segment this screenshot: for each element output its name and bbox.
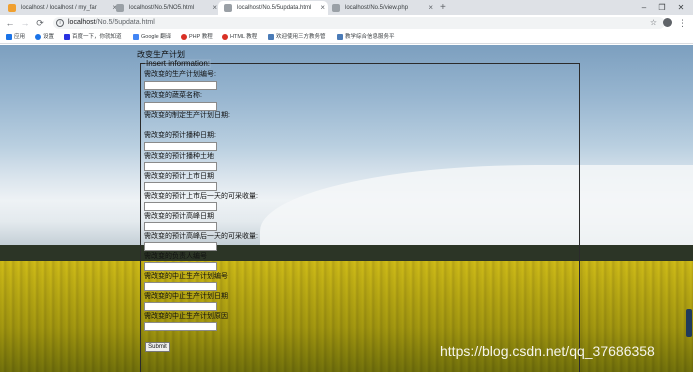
- forward-icon[interactable]: →: [20, 16, 30, 30]
- bookmark-label: 应用: [14, 34, 26, 40]
- market-date-input[interactable]: [144, 182, 217, 191]
- bookmark-star-icon[interactable]: ☆: [650, 17, 657, 29]
- page-icon: [332, 4, 340, 12]
- stop-reason-input[interactable]: [144, 322, 217, 331]
- bookmark-label: HTML 教程: [230, 34, 258, 40]
- bookmark-label: 欢迎使用三方教务管: [276, 34, 326, 40]
- profile-avatar-icon[interactable]: [663, 18, 672, 27]
- bookmark-label: 教学综合信息服务平: [345, 34, 395, 40]
- tab-no5[interactable]: localhost/No.5/NO5.html ×: [110, 1, 220, 15]
- peak-harvest-input[interactable]: [144, 242, 217, 251]
- market-harvest-input[interactable]: [144, 202, 217, 211]
- maximize-button[interactable]: ❐: [655, 0, 669, 15]
- back-icon[interactable]: ←: [5, 16, 15, 30]
- minimize-button[interactable]: –: [637, 0, 651, 15]
- runoob-icon: [181, 34, 187, 40]
- url-host: localhost: [68, 19, 96, 26]
- stop-plan-date-input[interactable]: [144, 302, 217, 311]
- bookmark-label: PHP 教程: [189, 34, 213, 40]
- phpmyadmin-icon: [8, 4, 16, 12]
- field-label-sow-date: 需改变的预计播种日期:: [144, 132, 216, 139]
- field-label-vegetable-name: 需改变的蔬菜名称:: [144, 92, 202, 99]
- new-tab-button[interactable]: +: [440, 1, 446, 14]
- tab-5updata[interactable]: localhost/No.5/5updata.html ×: [218, 1, 328, 15]
- info-icon[interactable]: i: [56, 19, 64, 27]
- field-label-sow-land: 需改变的预计播种土地: [144, 153, 214, 160]
- tab-phpmyadmin[interactable]: localhost / localhost / my_far ×: [2, 1, 120, 15]
- field-label-market-date: 需改变的预计上市日期: [144, 173, 214, 180]
- bookmark-label: Google 翻译: [141, 34, 172, 40]
- google-translate-icon: [133, 34, 139, 40]
- field-label-market-harvest: 需改变的预计上市后一天的可采收量:: [144, 193, 258, 200]
- bookmark-settings[interactable]: 设置: [35, 31, 54, 44]
- sow-date-input[interactable]: [144, 142, 217, 151]
- field-label-plan-id: 需改变的生产计划编号:: [144, 71, 216, 78]
- tab-title: localhost/No.5/NO5.html: [129, 5, 195, 11]
- field-label-stop-reason: 需改变的中止生产计划原因: [144, 313, 228, 320]
- submit-button[interactable]: Submit: [145, 342, 170, 352]
- url-text: localhost/No.5/5updata.html: [68, 17, 155, 29]
- field-label-manager-id: 需改变的负责人编号: [144, 253, 207, 260]
- address-bar[interactable]: i localhost/No.5/5updata.html ☆: [53, 17, 665, 29]
- bookmark-apps[interactable]: 应用: [6, 31, 25, 44]
- scrollbar-thumb[interactable]: [686, 309, 692, 337]
- close-icon[interactable]: ×: [320, 1, 325, 15]
- bookmark-label: 百度一下，你就知道: [72, 34, 122, 40]
- tab-title: localhost/No.5/view.php: [345, 5, 409, 11]
- reload-icon[interactable]: ⟳: [35, 16, 45, 30]
- school-icon: [337, 34, 343, 40]
- bookmark-baidu[interactable]: 百度一下，你就知道: [64, 31, 122, 44]
- field-label-plan-date: 需改变的制定生产计划日期:: [144, 112, 230, 119]
- tab-view-php[interactable]: localhost/No.5/view.php ×: [326, 1, 436, 15]
- bookmarks-bar: 应用 设置 百度一下，你就知道 Google 翻译 PHP 教程 HTML 教程…: [0, 31, 693, 44]
- tab-title: localhost / localhost / my_far: [21, 5, 97, 11]
- url-path: /No.5/5updata.html: [95, 19, 155, 26]
- bookmark-php[interactable]: PHP 教程: [181, 31, 213, 44]
- tab-strip: localhost / localhost / my_far × localho…: [0, 0, 693, 15]
- stop-plan-id-input[interactable]: [144, 282, 217, 291]
- bookmark-label: 设置: [43, 34, 55, 40]
- page-icon: [116, 4, 124, 12]
- runoob-icon: [222, 34, 228, 40]
- field-label-stop-plan-date: 需改变的中止生产计划日期: [144, 293, 228, 300]
- bookmark-html[interactable]: HTML 教程: [222, 31, 257, 44]
- plan-id-input[interactable]: [144, 81, 217, 90]
- school-icon: [268, 34, 274, 40]
- watermark-text: https://blog.csdn.net/qq_37686358: [440, 343, 655, 359]
- peak-date-input[interactable]: [144, 222, 217, 231]
- window-close-button[interactable]: ✕: [674, 0, 688, 15]
- sow-land-input[interactable]: [144, 162, 217, 171]
- menu-dots-icon[interactable]: ⋮: [678, 16, 687, 30]
- browser-toolbar: ← → ⟳ i localhost/No.5/5updata.html ☆ ⋮: [0, 15, 693, 31]
- bookmark-jiaoxue[interactable]: 教学综合信息服务平: [337, 31, 395, 44]
- page-viewport: 改变生产计划 Insert information: 需改变的生产计划编号: 需…: [0, 45, 693, 372]
- manager-id-input[interactable]: [144, 262, 217, 271]
- field-label-peak-date: 需改变的预计高峰日期: [144, 213, 214, 220]
- vegetable-name-input[interactable]: [144, 102, 217, 111]
- fieldset-legend: Insert information:: [145, 59, 212, 68]
- apps-icon: [6, 34, 12, 40]
- field-label-stop-plan-id: 需改变的中止生产计划编号: [144, 273, 228, 280]
- close-icon[interactable]: ×: [212, 1, 217, 15]
- close-icon[interactable]: ×: [428, 1, 433, 15]
- gear-icon: [35, 34, 41, 40]
- bookmark-google-translate[interactable]: Google 翻译: [133, 31, 171, 44]
- page-icon: [224, 4, 232, 12]
- baidu-icon: [64, 34, 70, 40]
- bookmark-jiaowu[interactable]: 欢迎使用三方教务管: [268, 31, 326, 44]
- field-label-peak-harvest: 需改变的预计高峰后一天的可采收量:: [144, 233, 258, 240]
- tab-title: localhost/No.5/5updata.html: [237, 5, 312, 11]
